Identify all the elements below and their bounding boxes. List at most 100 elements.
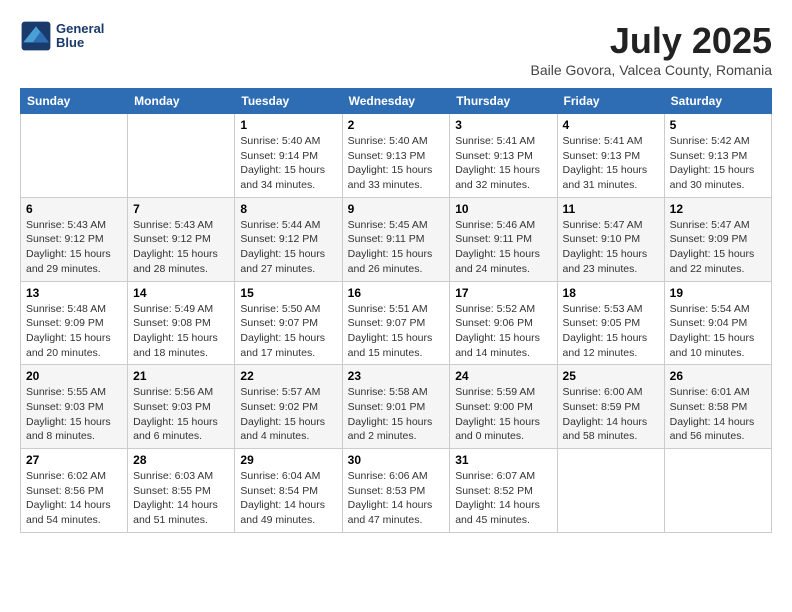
calendar-cell: 7Sunrise: 5:43 AM Sunset: 9:12 PM Daylig… [128, 197, 235, 281]
calendar-cell: 6 Sunrise: 5:43 AM Sunset: 9:12 PM Daylig… [21, 197, 128, 281]
location: Baile Govora, Valcea County, Romania [531, 62, 773, 78]
calendar-cell [557, 449, 664, 533]
day-number: 6 [26, 202, 122, 216]
calendar-cell: 10 Sunrise: 5:46 AM Sunset: 9:11 PM Dayli… [450, 197, 557, 281]
day-detail: Sunrise: 5:46 AM Sunset: 9:11 PM Dayligh… [455, 218, 551, 277]
day-number: 30 [348, 453, 445, 467]
day-detail: Sunrise: 5:47 AM Sunset: 9:10 PM Dayligh… [563, 218, 659, 277]
day-detail: Sunrise: 5:59 AM Sunset: 9:00 PM Dayligh… [455, 385, 551, 444]
day-detail: Sunrise: 6:07 AM Sunset: 8:52 PM Dayligh… [455, 469, 551, 528]
calendar-cell: 15Sunrise: 5:50 AM Sunset: 9:07 PM Dayli… [235, 281, 342, 365]
day-number: 12 [670, 202, 766, 216]
day-number: 17 [455, 286, 551, 300]
day-number: 31 [455, 453, 551, 467]
day-detail: Sunrise: 5:40 AM Sunset: 9:14 PM Dayligh… [240, 134, 336, 193]
day-number: 5 [670, 118, 766, 132]
day-number: 20 [26, 369, 122, 383]
day-number: 2 [348, 118, 445, 132]
day-number: 29 [240, 453, 336, 467]
day-number: 28 [133, 453, 229, 467]
day-of-week-header: Tuesday [235, 89, 342, 114]
day-of-week-header: Friday [557, 89, 664, 114]
day-number: 9 [348, 202, 445, 216]
calendar-cell: 26 Sunrise: 6:01 AM Sunset: 8:58 PM Dayli… [664, 365, 771, 449]
day-detail: Sunrise: 5:53 AM Sunset: 9:05 PM Dayligh… [563, 302, 659, 361]
day-detail: Sunrise: 5:52 AM Sunset: 9:06 PM Dayligh… [455, 302, 551, 361]
logo-line2: Blue [56, 36, 104, 50]
calendar-cell: 30 Sunrise: 6:06 AM Sunset: 8:53 PM Dayli… [342, 449, 450, 533]
calendar-cell: 23Sunrise: 5:58 AM Sunset: 9:01 PM Dayli… [342, 365, 450, 449]
day-detail: Sunrise: 5:41 AM Sunset: 9:13 PM Dayligh… [455, 134, 551, 193]
day-detail: Sunrise: 6:06 AM Sunset: 8:53 PM Dayligh… [348, 469, 445, 528]
day-detail: Sunrise: 5:51 AM Sunset: 9:07 PM Dayligh… [348, 302, 445, 361]
calendar-cell: 18Sunrise: 5:53 AM Sunset: 9:05 PM Dayli… [557, 281, 664, 365]
calendar-cell: 29 Sunrise: 6:04 AM Sunset: 8:54 PM Dayli… [235, 449, 342, 533]
day-number: 26 [670, 369, 766, 383]
calendar-cell: 5 Sunrise: 5:42 AM Sunset: 9:13 PM Daylig… [664, 114, 771, 198]
day-detail: Sunrise: 5:44 AM Sunset: 9:12 PM Dayligh… [240, 218, 336, 277]
calendar-week-row: 27 Sunrise: 6:02 AM Sunset: 8:56 PM Dayli… [21, 449, 772, 533]
calendar-cell: 22 Sunrise: 5:57 AM Sunset: 9:02 PM Dayli… [235, 365, 342, 449]
day-detail: Sunrise: 6:01 AM Sunset: 8:58 PM Dayligh… [670, 385, 766, 444]
day-of-week-header: Sunday [21, 89, 128, 114]
calendar-cell: 27 Sunrise: 6:02 AM Sunset: 8:56 PM Dayli… [21, 449, 128, 533]
calendar-week-row: 1 Sunrise: 5:40 AM Sunset: 9:14 PM Daylig… [21, 114, 772, 198]
calendar-cell: 1 Sunrise: 5:40 AM Sunset: 9:14 PM Daylig… [235, 114, 342, 198]
logo: General Blue [20, 20, 104, 52]
day-number: 3 [455, 118, 551, 132]
calendar-cell [664, 449, 771, 533]
page-header: General Blue July 2025 Baile Govora, Val… [20, 20, 772, 78]
day-detail: Sunrise: 6:04 AM Sunset: 8:54 PM Dayligh… [240, 469, 336, 528]
calendar-week-row: 6 Sunrise: 5:43 AM Sunset: 9:12 PM Daylig… [21, 197, 772, 281]
calendar-cell: 31 Sunrise: 6:07 AM Sunset: 8:52 PM Dayli… [450, 449, 557, 533]
day-number: 14 [133, 286, 229, 300]
day-detail: Sunrise: 5:48 AM Sunset: 9:09 PM Dayligh… [26, 302, 122, 361]
calendar-cell: 9 Sunrise: 5:45 AM Sunset: 9:11 PM Daylig… [342, 197, 450, 281]
day-of-week-header: Saturday [664, 89, 771, 114]
day-of-week-header: Monday [128, 89, 235, 114]
day-detail: Sunrise: 5:57 AM Sunset: 9:02 PM Dayligh… [240, 385, 336, 444]
day-detail: Sunrise: 5:55 AM Sunset: 9:03 PM Dayligh… [26, 385, 122, 444]
day-detail: Sunrise: 5:58 AM Sunset: 9:01 PM Dayligh… [348, 385, 445, 444]
day-detail: Sunrise: 5:45 AM Sunset: 9:11 PM Dayligh… [348, 218, 445, 277]
day-detail: Sunrise: 6:00 AM Sunset: 8:59 PM Dayligh… [563, 385, 659, 444]
day-number: 16 [348, 286, 445, 300]
calendar-cell [21, 114, 128, 198]
calendar-cell: 12 Sunrise: 5:47 AM Sunset: 9:09 PM Dayli… [664, 197, 771, 281]
calendar-cell: 17 Sunrise: 5:52 AM Sunset: 9:06 PM Dayli… [450, 281, 557, 365]
calendar-cell: 24 Sunrise: 5:59 AM Sunset: 9:00 PM Dayli… [450, 365, 557, 449]
day-number: 4 [563, 118, 659, 132]
day-detail: Sunrise: 5:56 AM Sunset: 9:03 PM Dayligh… [133, 385, 229, 444]
day-number: 24 [455, 369, 551, 383]
calendar-cell: 11Sunrise: 5:47 AM Sunset: 9:10 PM Dayli… [557, 197, 664, 281]
logo-icon [20, 20, 52, 52]
day-detail: Sunrise: 5:54 AM Sunset: 9:04 PM Dayligh… [670, 302, 766, 361]
calendar-week-row: 20 Sunrise: 5:55 AM Sunset: 9:03 PM Dayli… [21, 365, 772, 449]
calendar-cell: 16 Sunrise: 5:51 AM Sunset: 9:07 PM Dayli… [342, 281, 450, 365]
calendar-cell: 4 Sunrise: 5:41 AM Sunset: 9:13 PM Daylig… [557, 114, 664, 198]
calendar-cell: 28 Sunrise: 6:03 AM Sunset: 8:55 PM Dayli… [128, 449, 235, 533]
day-number: 10 [455, 202, 551, 216]
calendar-week-row: 13Sunrise: 5:48 AM Sunset: 9:09 PM Dayli… [21, 281, 772, 365]
month-year: July 2025 [531, 20, 773, 62]
day-detail: Sunrise: 5:47 AM Sunset: 9:09 PM Dayligh… [670, 218, 766, 277]
day-of-week-header: Thursday [450, 89, 557, 114]
day-detail: Sunrise: 5:40 AM Sunset: 9:13 PM Dayligh… [348, 134, 445, 193]
calendar-cell: 8 Sunrise: 5:44 AM Sunset: 9:12 PM Daylig… [235, 197, 342, 281]
day-detail: Sunrise: 5:41 AM Sunset: 9:13 PM Dayligh… [563, 134, 659, 193]
day-number: 21 [133, 369, 229, 383]
calendar-cell: 19Sunrise: 5:54 AM Sunset: 9:04 PM Dayli… [664, 281, 771, 365]
day-detail: Sunrise: 5:43 AM Sunset: 9:12 PM Dayligh… [26, 218, 122, 277]
day-detail: Sunrise: 5:42 AM Sunset: 9:13 PM Dayligh… [670, 134, 766, 193]
day-number: 27 [26, 453, 122, 467]
calendar-header-row: SundayMondayTuesdayWednesdayThursdayFrid… [21, 89, 772, 114]
calendar-cell: 3 Sunrise: 5:41 AM Sunset: 9:13 PM Daylig… [450, 114, 557, 198]
day-number: 22 [240, 369, 336, 383]
day-number: 1 [240, 118, 336, 132]
title-block: July 2025 Baile Govora, Valcea County, R… [531, 20, 773, 78]
day-of-week-header: Wednesday [342, 89, 450, 114]
day-detail: Sunrise: 6:02 AM Sunset: 8:56 PM Dayligh… [26, 469, 122, 528]
day-number: 8 [240, 202, 336, 216]
day-number: 25 [563, 369, 659, 383]
day-detail: Sunrise: 6:03 AM Sunset: 8:55 PM Dayligh… [133, 469, 229, 528]
